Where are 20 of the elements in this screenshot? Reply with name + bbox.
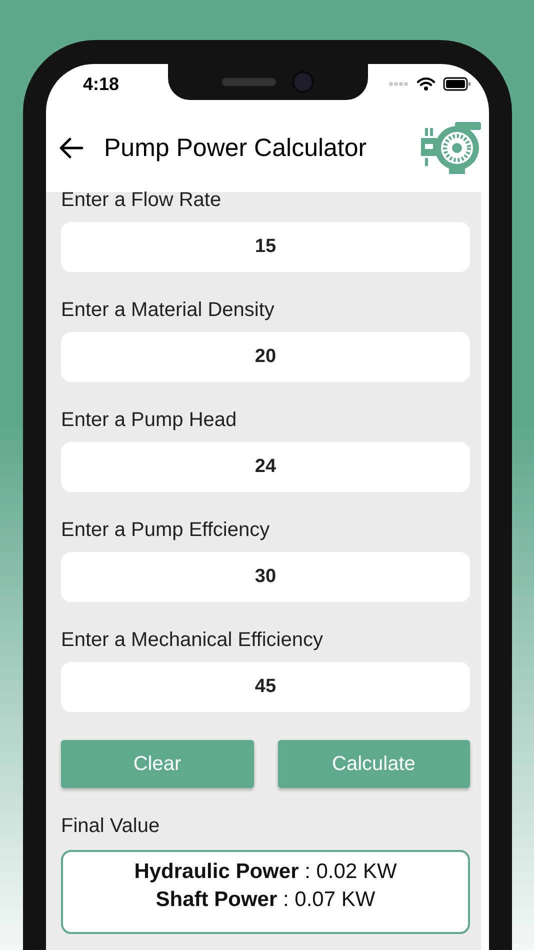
input-field[interactable]: 15	[61, 222, 470, 272]
wifi-icon	[417, 77, 435, 91]
pump-icon	[419, 120, 483, 176]
screen-title: Pump Power Calculator	[104, 134, 368, 162]
input-field[interactable]: 45	[61, 662, 470, 712]
result-heading: Final Value	[61, 814, 161, 838]
result-line: Shaft Power : 0.07 KW	[156, 888, 376, 912]
result-line: Hydraulic Power : 0.02 KW	[134, 860, 397, 884]
battery-icon	[443, 77, 471, 91]
field-label: Enter a Flow Rate	[61, 188, 222, 212]
field-label: Enter a Mechanical Efficiency	[61, 628, 324, 652]
input-field[interactable]: 24	[61, 442, 470, 492]
input-field[interactable]: 20	[61, 332, 470, 382]
input-field[interactable]: 30	[61, 552, 470, 602]
signal-icon	[389, 81, 409, 87]
field-label: Enter a Pump Head	[61, 408, 238, 432]
field-label: Enter a Pump Effciency	[61, 518, 271, 542]
status-time: 4:18	[83, 74, 120, 94]
back-arrow-icon[interactable]	[58, 137, 84, 159]
field-label: Enter a Material Density	[61, 298, 276, 322]
